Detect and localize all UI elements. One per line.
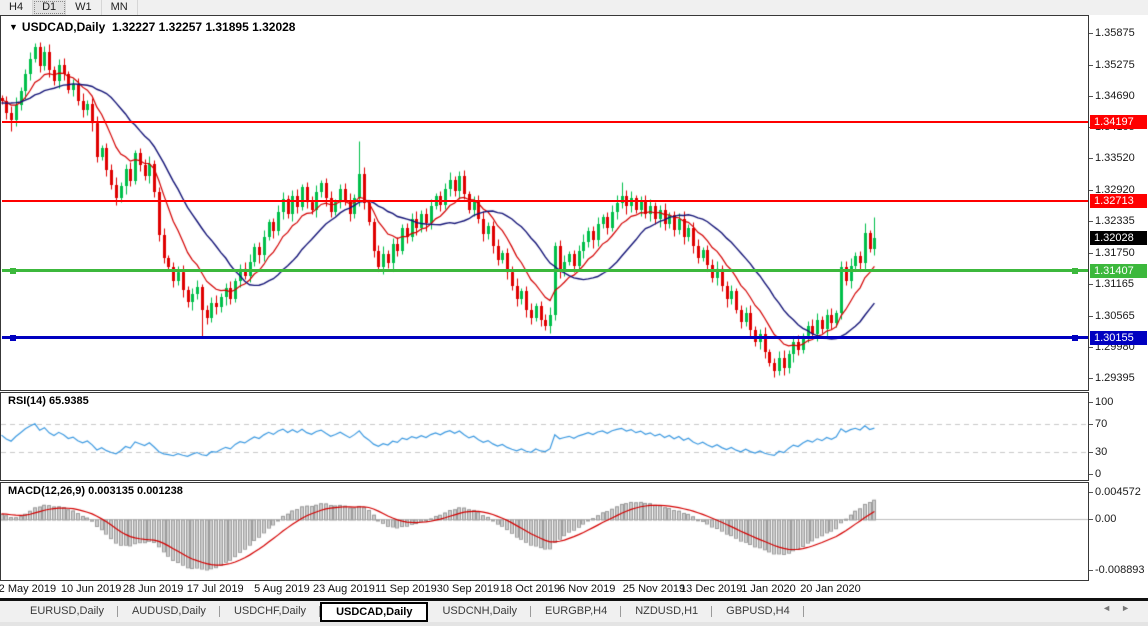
macd-axis-label: 0.00 (1095, 513, 1116, 525)
price-axis-label: 1.33520 (1095, 152, 1135, 164)
date-axis-label: 11 Sep 2019 (375, 583, 437, 595)
tab-scroll-nav: ◄► (1102, 603, 1140, 613)
rsi-canvas[interactable] (1, 393, 1088, 480)
axis-tick-mark (1089, 519, 1093, 520)
price-badge-level: 1.34197 (1090, 115, 1147, 129)
axis-tick-mark (1089, 65, 1093, 66)
date-axis-label: 13 Dec 2019 (680, 583, 742, 595)
date-axis-label: 25 Nov 2019 (623, 583, 685, 595)
rsi-panel (0, 392, 1089, 481)
window-bottom-edge (0, 622, 1148, 626)
horizontal-level-line-1.31407[interactable] (2, 269, 1088, 272)
price-badge-current: 1.32028 (1090, 231, 1147, 245)
axis-tick-mark (1089, 378, 1093, 379)
symbol-tab-usdchf[interactable]: USDCHF,Daily (220, 602, 320, 621)
chart-ohlc-values: 1.32227 1.32257 1.31895 1.32028 (112, 20, 296, 34)
rsi-axis-label: 0 (1095, 468, 1101, 480)
symbol-tab-usdcad[interactable]: USDCAD,Daily (320, 602, 428, 622)
axis-tick-mark (1089, 190, 1093, 191)
main-chart-canvas[interactable] (1, 16, 1088, 390)
axis-tick-mark (1089, 221, 1093, 222)
date-axis-label: 5 Aug 2019 (254, 583, 310, 595)
timeframe-button-d1[interactable]: D1 (33, 0, 66, 15)
date-axis-label: 28 Jun 2019 (123, 583, 184, 595)
date-axis-label: 18 Oct 2019 (500, 583, 560, 595)
price-badge-level: 1.31407 (1090, 264, 1147, 278)
axis-tick-mark (1089, 96, 1093, 97)
chart-title: ▼ USDCAD,Daily 1.32227 1.32257 1.31895 1.… (9, 20, 295, 34)
axis-tick-mark (1089, 284, 1093, 285)
price-axis-label: 1.32335 (1095, 215, 1135, 227)
timeframe-toolbar: H4D1W1MN (0, 0, 1148, 16)
date-axis-label: 17 Jul 2019 (187, 583, 244, 595)
price-axis-label: 1.30565 (1095, 310, 1135, 322)
price-axis: 1.358751.352751.346901.341051.335201.329… (1089, 15, 1148, 598)
macd-canvas[interactable] (1, 483, 1088, 580)
symbol-tab-bar: EURUSD,DailyAUDUSD,DailyUSDCHF,DailyUSDC… (0, 601, 1148, 622)
symbol-tab-eurgbp[interactable]: EURGBP,H4 (531, 602, 621, 621)
date-axis-label: 22 May 2019 (0, 583, 56, 595)
price-axis-label: 1.34690 (1095, 90, 1135, 102)
axis-tick-mark (1089, 492, 1093, 493)
price-badge-level: 1.30155 (1090, 331, 1147, 345)
chart-symbol-label: USDCAD,Daily (22, 20, 105, 34)
symbol-tab-eurusd[interactable]: EURUSD,Daily (16, 602, 118, 621)
axis-tick-mark (1089, 347, 1093, 348)
date-axis-label: 10 Jun 2019 (61, 583, 122, 595)
date-axis-label: 30 Sep 2019 (437, 583, 499, 595)
timeframe-button-h4[interactable]: H4 (0, 0, 33, 15)
symbol-tab-usdcnh[interactable]: USDCNH,Daily (428, 602, 531, 621)
line-handle[interactable] (1072, 335, 1078, 341)
rsi-axis-label: 100 (1095, 396, 1113, 408)
axis-tick-mark (1089, 570, 1093, 571)
axis-tick-mark (1089, 402, 1093, 403)
macd-axis-label: 0.004572 (1095, 486, 1141, 498)
symbol-tab-nzdusd[interactable]: NZDUSD,H1 (621, 602, 712, 621)
axis-tick-mark (1089, 158, 1093, 159)
line-handle[interactable] (10, 335, 16, 341)
tabs-scroll-right-icon[interactable]: ► (1121, 603, 1140, 613)
timeframe-button-w1[interactable]: W1 (66, 0, 102, 15)
axis-tick-mark (1089, 33, 1093, 34)
symbol-tab-gbpusd[interactable]: GBPUSD,H4 (712, 602, 804, 621)
rsi-indicator-label: RSI(14) 65.9385 (8, 395, 89, 407)
line-handle[interactable] (10, 268, 16, 274)
date-axis-label: 23 Aug 2019 (313, 583, 375, 595)
timeframe-button-mn[interactable]: MN (102, 0, 138, 15)
axis-tick-mark (1089, 253, 1093, 254)
macd-indicator-label: MACD(12,26,9) 0.003135 0.001238 (8, 485, 183, 497)
date-axis-label: 6 Nov 2019 (559, 583, 615, 595)
axis-tick-mark (1089, 424, 1093, 425)
date-axis: 22 May 2019 10 Jun 201928 Jun 201917 Jul … (0, 581, 1089, 598)
date-axis-label: 1 Jan 2020 (741, 583, 795, 595)
date-axis-label: 20 Jan 2020 (800, 583, 861, 595)
price-axis-label: 1.31165 (1095, 278, 1134, 290)
horizontal-level-line-1.30155[interactable] (2, 336, 1088, 339)
macd-axis-label: -0.008893 (1095, 564, 1145, 576)
price-axis-label: 1.35275 (1095, 59, 1135, 71)
symbol-tab-audusd[interactable]: AUDUSD,Daily (118, 602, 220, 621)
price-axis-label: 1.29395 (1095, 372, 1135, 384)
price-badge-level: 1.32713 (1090, 194, 1147, 208)
rsi-axis-label: 70 (1095, 418, 1107, 430)
horizontal-level-line-1.32713[interactable] (2, 200, 1088, 202)
line-handle[interactable] (1072, 268, 1078, 274)
chart-dropdown-icon[interactable]: ▼ (9, 22, 18, 32)
axis-tick-mark (1089, 316, 1093, 317)
main-chart-panel (0, 15, 1089, 391)
tabs-scroll-left-icon[interactable]: ◄ (1102, 603, 1121, 613)
horizontal-level-line-1.34197[interactable] (2, 121, 1088, 123)
price-axis-label: 1.35875 (1095, 27, 1135, 39)
rsi-axis-label: 30 (1095, 446, 1107, 458)
price-axis-label: 1.31750 (1095, 247, 1135, 259)
axis-tick-mark (1089, 452, 1093, 453)
axis-tick-mark (1089, 474, 1093, 475)
